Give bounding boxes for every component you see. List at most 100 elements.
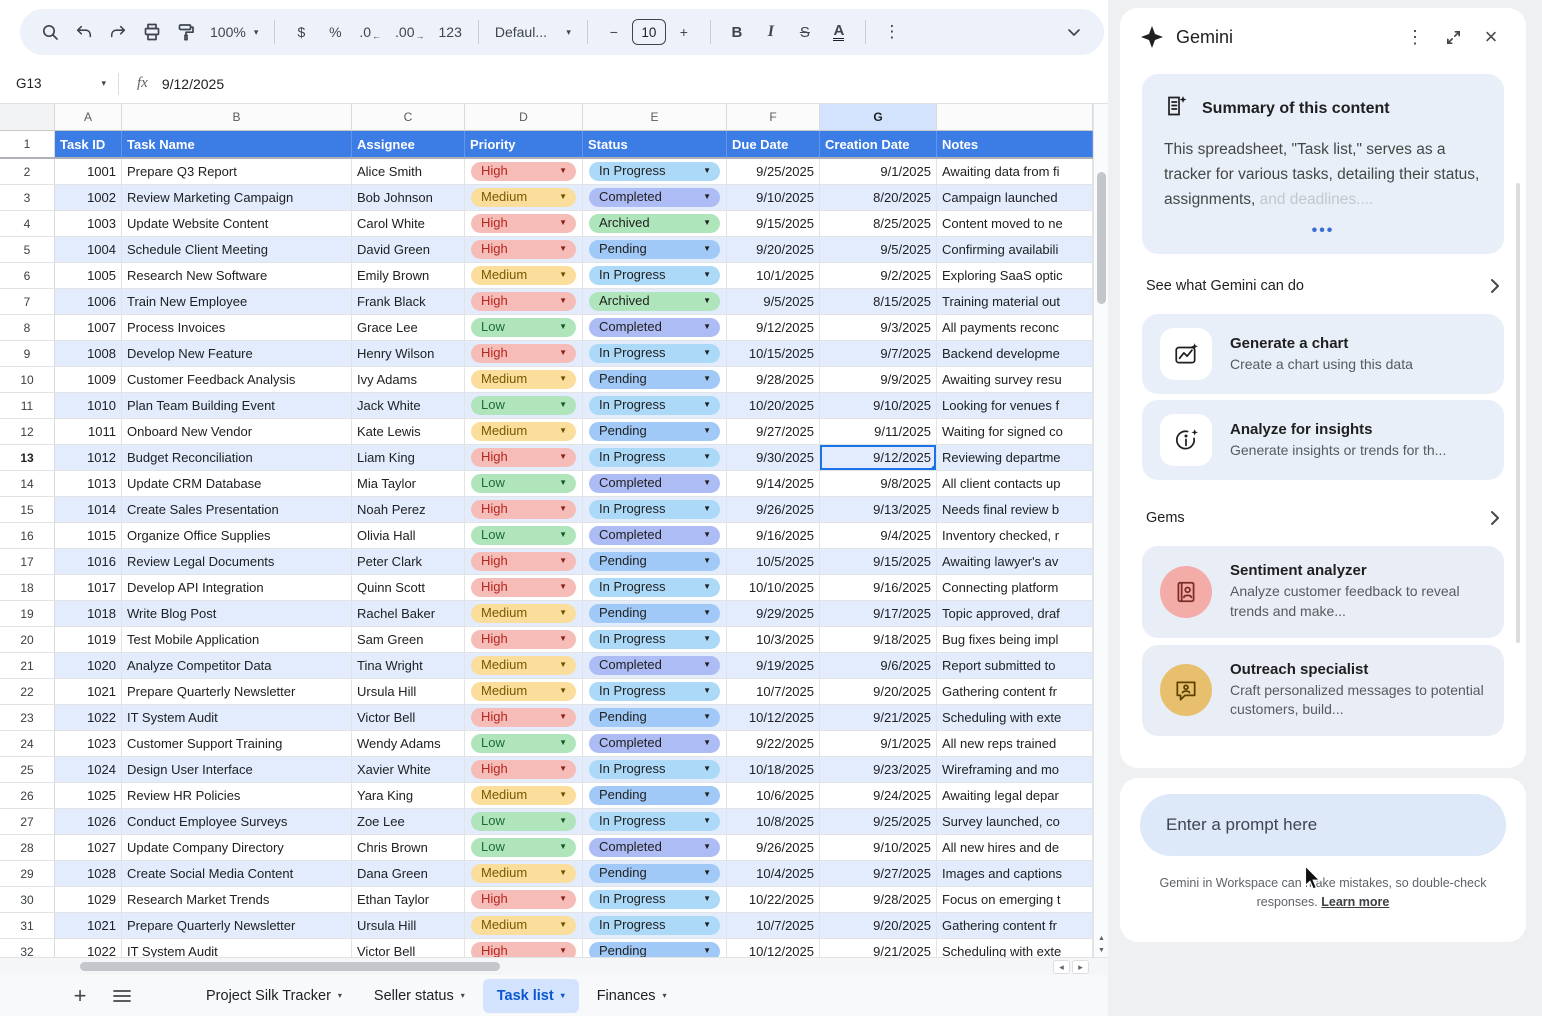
italic-button[interactable]: I	[755, 15, 787, 49]
priority-chip[interactable]: High▼	[471, 760, 576, 780]
cell-status[interactable]: Pending▼	[583, 601, 727, 626]
cell-notes[interactable]: Awaiting survey resu	[937, 367, 1093, 392]
cell-status[interactable]: In Progress▼	[583, 913, 727, 938]
more-formats-button[interactable]: 123	[433, 15, 468, 49]
cell-task[interactable]: Prepare Quarterly Newsletter	[122, 913, 352, 938]
cell-task[interactable]: Customer Feedback Analysis	[122, 367, 352, 392]
cell-created[interactable]: 9/17/2025	[820, 601, 937, 626]
cell-priority[interactable]: Medium▼	[465, 263, 583, 288]
cell-notes[interactable]: Scheduling with exte	[937, 705, 1093, 730]
priority-chip[interactable]: Low▼	[471, 526, 576, 546]
cell-task[interactable]: Schedule Client Meeting	[122, 237, 352, 262]
cell-priority[interactable]: Medium▼	[465, 679, 583, 704]
cell-id[interactable]: 1017	[55, 575, 122, 600]
cell-due[interactable]: 10/5/2025	[727, 549, 820, 574]
cell-assignee[interactable]: Bob Johnson	[352, 185, 465, 210]
cell-status[interactable]: Completed▼	[583, 523, 727, 548]
gem-card-sentiment-analyzer[interactable]: Sentiment analyzerAnalyze customer feedb…	[1142, 546, 1504, 637]
cell-assignee[interactable]: Mia Taylor	[352, 471, 465, 496]
cell-notes[interactable]: Training material out	[937, 289, 1093, 314]
cell-task[interactable]: IT System Audit	[122, 939, 352, 957]
cell-notes[interactable]: Content moved to ne	[937, 211, 1093, 236]
gems-row[interactable]: Gems	[1142, 486, 1504, 546]
scroll-down-icon[interactable]: ▼	[1094, 944, 1108, 956]
row-number[interactable]: 27	[0, 809, 55, 834]
cell-due[interactable]: 9/26/2025	[727, 497, 820, 522]
cell-task[interactable]: Customer Support Training	[122, 731, 352, 756]
cell-created[interactable]: 9/1/2025	[820, 159, 937, 184]
cell-status[interactable]: Archived▼	[583, 289, 727, 314]
column-letter-F[interactable]: F	[727, 104, 820, 131]
cell-due[interactable]: 10/10/2025	[727, 575, 820, 600]
cell-status[interactable]: Completed▼	[583, 185, 727, 210]
status-chip[interactable]: Completed▼	[589, 318, 720, 338]
status-chip[interactable]: Pending▼	[589, 370, 720, 390]
cell-id[interactable]: 1004	[55, 237, 122, 262]
decrease-font-size-button[interactable]: −	[598, 15, 630, 49]
cell-notes[interactable]: Topic approved, draf	[937, 601, 1093, 626]
cell-notes[interactable]: Awaiting legal depar	[937, 783, 1093, 808]
priority-chip[interactable]: Medium▼	[471, 422, 576, 442]
cell-due[interactable]: 9/25/2025	[727, 159, 820, 184]
cell-task[interactable]: Develop New Feature	[122, 341, 352, 366]
cell-task[interactable]: Update Website Content	[122, 211, 352, 236]
row-number[interactable]: 32	[0, 939, 55, 957]
cell-priority[interactable]: High▼	[465, 159, 583, 184]
cell-notes[interactable]: Gathering content fr	[937, 913, 1093, 938]
cell-id[interactable]: 1003	[55, 211, 122, 236]
print-icon[interactable]	[136, 15, 168, 49]
priority-chip[interactable]: Medium▼	[471, 266, 576, 286]
cell-id[interactable]: 1024	[55, 757, 122, 782]
priority-chip[interactable]: Medium▼	[471, 916, 576, 936]
action-card-generate-chart[interactable]: Generate a chartCreate a chart using thi…	[1142, 314, 1504, 394]
priority-chip[interactable]: Low▼	[471, 812, 576, 832]
expand-icon[interactable]	[1436, 20, 1470, 54]
priority-chip[interactable]: High▼	[471, 708, 576, 728]
cell-due[interactable]: 10/12/2025	[727, 939, 820, 957]
cell-status[interactable]: Completed▼	[583, 731, 727, 756]
cell-task[interactable]: Research Market Trends	[122, 887, 352, 912]
cell-id[interactable]: 1008	[55, 341, 122, 366]
priority-chip[interactable]: High▼	[471, 578, 576, 598]
row-number[interactable]: 13	[0, 445, 55, 470]
sheet-tab-task-list[interactable]: Task list▾	[483, 979, 579, 1013]
cell-task[interactable]: Write Blog Post	[122, 601, 352, 626]
row-number[interactable]: 15	[0, 497, 55, 522]
cell-id[interactable]: 1022	[55, 705, 122, 730]
status-chip[interactable]: Pending▼	[589, 708, 720, 728]
cell-task[interactable]: Conduct Employee Surveys	[122, 809, 352, 834]
cell-notes[interactable]: Survey launched, co	[937, 809, 1093, 834]
cell-status[interactable]: In Progress▼	[583, 445, 727, 470]
cell-assignee[interactable]: Tina Wright	[352, 653, 465, 678]
cell-priority[interactable]: High▼	[465, 939, 583, 957]
priority-chip[interactable]: High▼	[471, 162, 576, 182]
cell-assignee[interactable]: Ivy Adams	[352, 367, 465, 392]
priority-chip[interactable]: Medium▼	[471, 864, 576, 884]
cell-assignee[interactable]: Victor Bell	[352, 939, 465, 957]
row-number[interactable]: 28	[0, 835, 55, 860]
cell-notes[interactable]: Backend developme	[937, 341, 1093, 366]
priority-chip[interactable]: High▼	[471, 292, 576, 312]
cell-assignee[interactable]: Kate Lewis	[352, 419, 465, 444]
cell-assignee[interactable]: Sam Green	[352, 627, 465, 652]
cell-priority[interactable]: High▼	[465, 445, 583, 470]
cell-notes[interactable]: Inventory checked, r	[937, 523, 1093, 548]
status-chip[interactable]: In Progress▼	[589, 344, 720, 364]
cell-assignee[interactable]: Noah Perez	[352, 497, 465, 522]
status-chip[interactable]: In Progress▼	[589, 890, 720, 910]
action-card-analyze-insights[interactable]: Analyze for insightsGenerate insights or…	[1142, 400, 1504, 480]
status-chip[interactable]: Pending▼	[589, 786, 720, 806]
cell-status[interactable]: Completed▼	[583, 835, 727, 860]
row-number[interactable]: 6	[0, 263, 55, 288]
cell-created[interactable]: 9/9/2025	[820, 367, 937, 392]
cell-status[interactable]: Archived▼	[583, 211, 727, 236]
cell-notes[interactable]: Bug fixes being impl	[937, 627, 1093, 652]
row-number[interactable]: 5	[0, 237, 55, 262]
cell-status[interactable]: Pending▼	[583, 549, 727, 574]
cell-created[interactable]: 9/7/2025	[820, 341, 937, 366]
status-chip[interactable]: Pending▼	[589, 422, 720, 442]
cell-created[interactable]: 9/13/2025	[820, 497, 937, 522]
cell-created[interactable]: 9/11/2025	[820, 419, 937, 444]
row-number[interactable]: 17	[0, 549, 55, 574]
cell-due[interactable]: 10/7/2025	[727, 679, 820, 704]
